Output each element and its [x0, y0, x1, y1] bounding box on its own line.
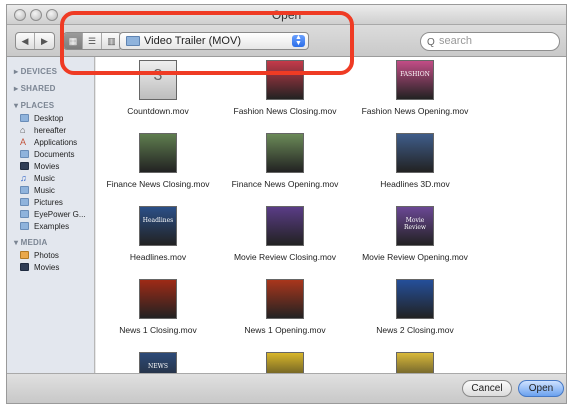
sidebar-item-photos[interactable]: Photos [7, 249, 94, 261]
sidebar-item-documents[interactable]: Documents [7, 148, 94, 160]
movie-thumbnail-icon: FASHION [396, 60, 434, 100]
movie-thumbnail-icon: Movie Review [396, 206, 434, 246]
movie-thumbnail-icon [266, 133, 304, 173]
file-name: Headlines.mov [129, 252, 187, 262]
movie-thumbnail-icon [139, 279, 177, 319]
sidebar-section-places[interactable]: ▾ PLACES [7, 95, 94, 112]
sidebar-item-label: hereafter [34, 125, 67, 135]
file-name: Fashion News Closing.mov [233, 106, 337, 116]
cancel-button[interactable]: Cancel [462, 380, 512, 397]
file-item[interactable]: News 1 Opening.mov [221, 279, 349, 335]
sidebar-item-label: Desktop [34, 113, 64, 123]
thumbnail-caption: Movie Review [403, 217, 427, 231]
folder-icon [20, 222, 29, 230]
file-name: Finance News Opening.mov [231, 179, 339, 189]
open-dialog: Open ◀ ▶ ▦ ☰ ▥ Video Trailer (MOV) ▲ ▼ Q … [6, 4, 567, 404]
sidebar-item-pictures[interactable]: Pictures [7, 196, 94, 208]
sidebar-item-label: Applications [34, 137, 78, 147]
photos-icon [20, 251, 29, 259]
file-name: News 2 Closing.mov [376, 325, 454, 335]
movie-thumbnail-icon [266, 206, 304, 246]
sidebar-item-label: Movies [34, 262, 60, 272]
file-name: Movie Review Opening.mov [362, 252, 468, 262]
movie-thumbnail-icon [396, 279, 434, 319]
thumbnail-caption: NEWS [148, 363, 168, 370]
annotation-highlight [60, 11, 354, 75]
forward-button[interactable]: ▶ [35, 33, 54, 49]
movie-thumbnail-icon [266, 352, 304, 375]
file-item[interactable]: Finance News Closing.mov [96, 133, 222, 189]
sidebar-section-media[interactable]: ▾ MEDIA [7, 232, 94, 249]
back-forward-control: ◀ ▶ [15, 32, 55, 50]
sidebar-item-music-app[interactable]: ♫ Music [7, 172, 94, 184]
sidebar-item-music-folder[interactable]: Music [7, 184, 94, 196]
applications-icon: A [20, 137, 27, 147]
file-item[interactable]: News 2 Closing.mov [351, 279, 479, 335]
sidebar: ▸ DEVICES ▸ SHARED ▾ PLACES Desktop ⌂ her… [7, 57, 95, 375]
movies-icon [20, 263, 29, 271]
thumbnail-caption: FASHION [400, 71, 430, 78]
sidebar-item-eyepower[interactable]: EyePower G... [7, 208, 94, 220]
file-item[interactable]: Headlines Headlines.mov [96, 206, 222, 262]
sidebar-item-label: Pictures [34, 197, 63, 207]
sidebar-item-desktop[interactable]: Desktop [7, 112, 94, 124]
search-icon: Q [427, 37, 435, 48]
movie-thumbnail-icon: Headlines [139, 206, 177, 246]
file-item[interactable] [221, 352, 349, 375]
sidebar-item-hereafter[interactable]: ⌂ hereafter [7, 124, 94, 136]
file-name: Countdown.mov [127, 106, 189, 116]
file-name: Headlines 3D.mov [380, 179, 450, 189]
sidebar-item-label: Photos [34, 250, 59, 260]
sidebar-item-applications[interactable]: A Applications [7, 136, 94, 148]
sidebar-item-label: Movies [34, 161, 60, 171]
sidebar-item-label: Examples [34, 221, 70, 231]
movie-thumbnail-icon [139, 133, 177, 173]
documents-icon [20, 150, 29, 158]
file-name: News 1 Closing.mov [119, 325, 197, 335]
music-icon: ♫ [20, 173, 27, 183]
home-icon: ⌂ [20, 125, 26, 135]
movie-thumbnail-icon: NEWS [139, 352, 177, 375]
file-browser: 3 Countdown.mov Fashion News Closing.mov FA… [96, 57, 566, 375]
file-item[interactable]: FASHION Fashion News Opening.mov [351, 60, 479, 116]
file-item[interactable]: News 1 Closing.mov [96, 279, 222, 335]
sidebar-item-label: Documents [34, 149, 75, 159]
file-name: Finance News Closing.mov [106, 179, 210, 189]
bottom-bar: Cancel Open [7, 373, 566, 403]
file-name: Fashion News Opening.mov [361, 106, 469, 116]
pictures-icon [20, 198, 29, 206]
folder-icon [20, 186, 29, 194]
file-name: Movie Review Closing.mov [233, 252, 337, 262]
sidebar-item-label: Music [34, 185, 55, 195]
folder-icon [20, 210, 29, 218]
sidebar-section-shared[interactable]: ▸ SHARED [7, 78, 94, 95]
movie-thumbnail-icon [396, 133, 434, 173]
file-item[interactable]: Headlines 3D.mov [351, 133, 479, 189]
file-item[interactable]: NEWS [96, 352, 222, 375]
file-item[interactable]: Finance News Opening.mov [221, 133, 349, 189]
file-item[interactable]: Movie Review Movie Review Opening.mov [351, 206, 479, 262]
sidebar-item-media-movies[interactable]: Movies [7, 261, 94, 273]
search-placeholder: search [439, 35, 473, 47]
movie-thumbnail-icon [396, 352, 434, 375]
movie-thumbnail-icon [266, 279, 304, 319]
sidebar-item-label: EyePower G... [34, 209, 86, 219]
file-name: News 1 Opening.mov [244, 325, 326, 335]
thumbnail-caption: Headlines [142, 217, 174, 224]
file-item[interactable] [351, 352, 479, 375]
folder-icon [20, 114, 29, 122]
sidebar-item-movies[interactable]: Movies [7, 160, 94, 172]
sidebar-item-label: Music [34, 173, 55, 183]
back-button[interactable]: ◀ [16, 33, 35, 49]
movies-icon [20, 162, 29, 170]
file-item[interactable]: Movie Review Closing.mov [221, 206, 349, 262]
search-field[interactable]: Q search [420, 32, 560, 51]
open-button[interactable]: Open [518, 380, 564, 397]
sidebar-item-examples[interactable]: Examples [7, 220, 94, 232]
